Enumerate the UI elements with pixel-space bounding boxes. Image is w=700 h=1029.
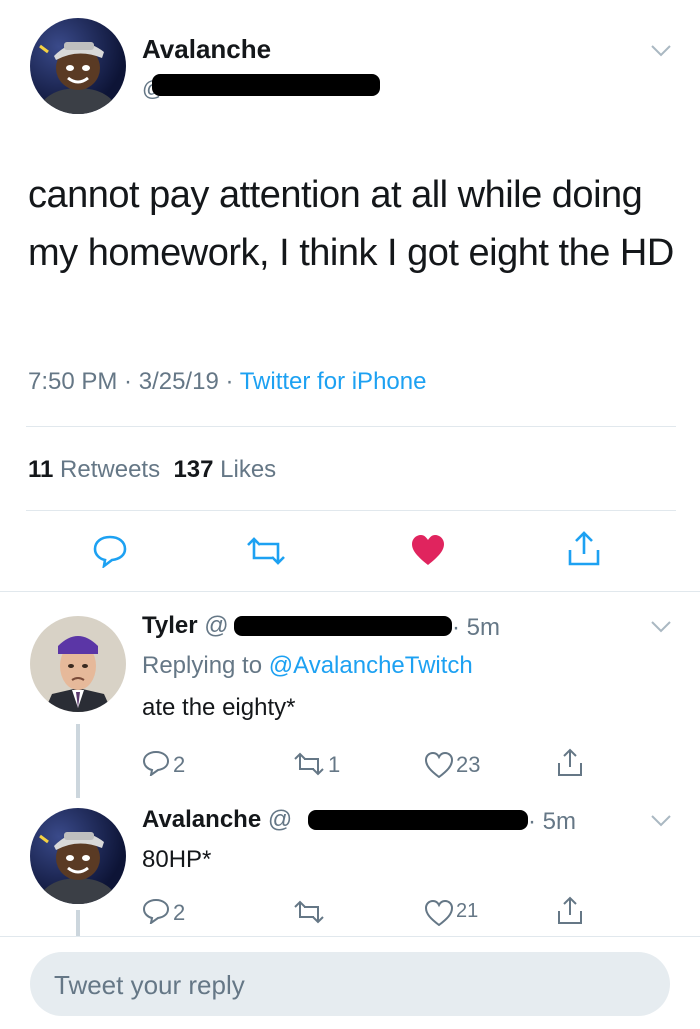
likes-label: Likes bbox=[220, 456, 277, 483]
reply-text: 80HP* bbox=[142, 846, 212, 873]
heart-icon[interactable] bbox=[424, 752, 454, 778]
avatar-illustration bbox=[44, 636, 112, 712]
reply-author-handle[interactable]: @ bbox=[268, 806, 292, 833]
reply-author-name[interactable]: Tyler bbox=[142, 612, 198, 639]
avatar-illustration bbox=[39, 42, 116, 114]
reply-avatar-avalanche[interactable] bbox=[30, 808, 126, 904]
like-count: 23 bbox=[456, 752, 481, 777]
avatar-illustration bbox=[39, 832, 116, 904]
reply-text: ate the eighty* bbox=[142, 694, 296, 721]
thread-line bbox=[76, 724, 80, 798]
replying-prefix: Replying to bbox=[142, 652, 263, 679]
share-icon[interactable] bbox=[556, 748, 584, 778]
reply-author-name[interactable]: Avalanche bbox=[142, 806, 261, 833]
divider bbox=[0, 591, 700, 592]
reply-avatar-tyler[interactable] bbox=[30, 616, 126, 712]
chevron-down-icon[interactable] bbox=[650, 814, 672, 828]
tweet-text: cannot pay attention at all while doing … bbox=[28, 174, 674, 274]
retweets-label: Retweets bbox=[60, 456, 161, 483]
likes-stat[interactable]: 137 Likes bbox=[173, 456, 276, 483]
reply-count: 2 bbox=[173, 900, 186, 925]
tweet-time: 7:50 PM bbox=[28, 368, 118, 395]
reply-count: 2 bbox=[173, 752, 186, 777]
retweets-stat[interactable]: 11 Retweets bbox=[28, 456, 160, 483]
like-count: 21 bbox=[456, 900, 479, 922]
tweet-source[interactable]: Twitter for iPhone bbox=[240, 368, 427, 395]
reply-icon[interactable] bbox=[142, 750, 170, 776]
reply-header: Tyler @ bbox=[142, 612, 229, 640]
share-icon[interactable] bbox=[566, 530, 602, 568]
chevron-down-icon[interactable] bbox=[650, 620, 672, 634]
heart-icon[interactable] bbox=[424, 900, 454, 926]
tweet-date: 3/25/19 bbox=[138, 368, 219, 395]
thread-line bbox=[76, 910, 80, 936]
reply-header: Avalanche @ bbox=[142, 806, 292, 834]
divider bbox=[26, 426, 676, 427]
chevron-down-icon[interactable] bbox=[650, 44, 672, 58]
reply-author-handle[interactable]: @ bbox=[204, 612, 228, 639]
handle-redaction bbox=[308, 810, 528, 830]
divider bbox=[0, 936, 700, 937]
author-name[interactable]: Avalanche bbox=[142, 34, 271, 65]
retweet-icon[interactable] bbox=[292, 900, 326, 924]
retweet-icon[interactable] bbox=[292, 752, 326, 776]
author-avatar[interactable] bbox=[30, 18, 126, 114]
retweet-count: 1 bbox=[328, 752, 341, 777]
retweets-count: 11 bbox=[28, 456, 54, 483]
tweet-stats: 11 Retweets 137 Likes bbox=[28, 456, 276, 484]
replying-to: Replying to @AvalancheTwitch bbox=[142, 652, 473, 680]
divider bbox=[26, 510, 676, 511]
liked-heart-icon[interactable] bbox=[410, 534, 446, 566]
reply-age: · 5m bbox=[528, 808, 576, 835]
reply-age: · 5m bbox=[452, 614, 500, 641]
reply-icon[interactable] bbox=[142, 898, 170, 924]
reply-icon[interactable] bbox=[92, 534, 128, 568]
reply-composer[interactable]: Tweet your reply bbox=[30, 952, 670, 1016]
retweet-icon[interactable] bbox=[244, 536, 288, 566]
replying-handle-link[interactable]: @AvalancheTwitch bbox=[269, 652, 473, 679]
share-icon[interactable] bbox=[556, 896, 584, 926]
reply-input-placeholder: Tweet your reply bbox=[54, 970, 245, 1000]
tweet-meta: 7:50 PM · 3/25/19 · Twitter for iPhone bbox=[28, 368, 427, 395]
handle-redaction bbox=[152, 74, 380, 96]
likes-count: 137 bbox=[173, 456, 214, 483]
handle-redaction bbox=[234, 616, 452, 636]
